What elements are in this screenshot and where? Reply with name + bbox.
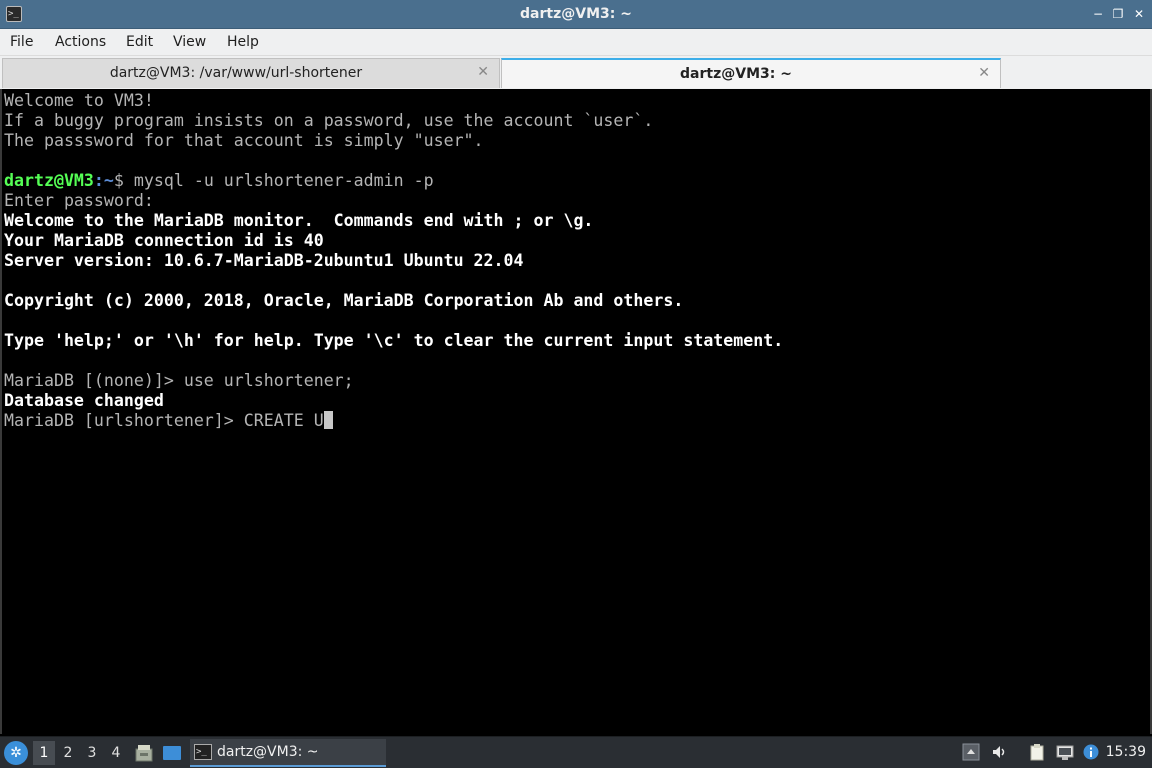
workspace-4[interactable]: 4 (105, 741, 127, 765)
shell-command-line: dartz@VM3:~$ mysql -u urlshortener-admin… (4, 171, 434, 191)
banner-line: Server version: 10.6.7-MariaDB-2ubuntu1 … (4, 251, 524, 270)
terminal-output[interactable]: Welcome to VM3! If a buggy program insis… (0, 89, 1152, 734)
volume-icon[interactable] (991, 743, 1009, 761)
clipboard-icon[interactable] (1028, 743, 1046, 761)
motd-line: If a buggy program insists on a password… (4, 111, 654, 130)
menu-actions[interactable]: Actions (55, 34, 106, 50)
terminal-icon: >_ (194, 744, 212, 760)
taskbar-terminal-app[interactable]: >_ dartz@VM3: ~ (190, 739, 386, 767)
clock[interactable]: 15:39 (1106, 744, 1146, 760)
menu-edit[interactable]: Edit (126, 34, 153, 50)
tab-label: dartz@VM3: ~ (680, 66, 792, 82)
workspace-1[interactable]: 1 (33, 741, 55, 765)
menu-bar: File Actions Edit View Help (0, 29, 1152, 56)
network-icon[interactable] (1056, 743, 1074, 761)
tab-label: dartz@VM3: /var/www/url-shortener (109, 65, 363, 81)
tray-up-arrow-icon[interactable] (962, 743, 980, 761)
prompt-path: :~ (93, 171, 114, 190)
tab-close-icon[interactable]: ✕ (477, 64, 489, 80)
banner-line: Welcome to the MariaDB monitor. Commands… (4, 211, 594, 230)
mysql-input-line[interactable]: MariaDB [urlshortener]> CREATE U (4, 411, 333, 431)
start-menu-button[interactable]: ✲ (4, 741, 28, 765)
tab-bar: dartz@VM3: /var/www/url-shortener ✕ dart… (0, 56, 1152, 89)
window-titlebar[interactable]: >_ dartz@VM3: ~ − ❐ ✕ (0, 0, 1152, 29)
tab-url-shortener[interactable]: dartz@VM3: /var/www/url-shortener ✕ (2, 58, 500, 88)
prompt-user: dartz@VM3 (4, 171, 94, 190)
menu-view[interactable]: View (173, 34, 206, 50)
banner-line: Copyright (c) 2000, 2018, Oracle, MariaD… (4, 291, 684, 310)
minimize-button[interactable]: − (1090, 6, 1106, 22)
password-prompt: Enter password: (4, 191, 154, 210)
window-title: dartz@VM3: ~ (520, 6, 632, 22)
mysql-prompt-line: MariaDB [(none)]> use urlshortener; (4, 371, 354, 390)
tab-home[interactable]: dartz@VM3: ~ ✕ (501, 58, 1001, 88)
prompt-symbol: $ (113, 171, 124, 190)
menu-help[interactable]: Help (227, 34, 259, 50)
info-icon[interactable] (1082, 743, 1100, 761)
menu-file[interactable]: File (10, 34, 33, 50)
text-cursor (323, 411, 333, 429)
tab-close-icon[interactable]: ✕ (978, 65, 990, 81)
mysql-current-input: MariaDB [urlshortener]> CREATE U (4, 411, 324, 430)
close-button[interactable]: ✕ (1131, 6, 1147, 22)
show-desktop-icon[interactable] (162, 743, 182, 763)
banner-line: Your MariaDB connection id is 40 (4, 231, 324, 250)
db-changed-line: Database changed (4, 391, 164, 410)
workspace-2[interactable]: 2 (57, 741, 79, 765)
motd-line: The passsword for that account is simply… (4, 131, 484, 150)
taskbar: ✲ 1 2 3 4 >_ dartz@VM3: ~ 15:39 (0, 736, 1152, 768)
shell-command: mysql -u urlshortener-admin -p (123, 171, 434, 190)
motd-line: Welcome to VM3! (4, 91, 154, 110)
taskbar-app-label: dartz@VM3: ~ (217, 744, 319, 760)
restore-button[interactable]: ❐ (1110, 6, 1126, 22)
file-manager-icon[interactable] (134, 743, 154, 763)
workspace-3[interactable]: 3 (81, 741, 103, 765)
banner-line: Type 'help;' or '\h' for help. Type '\c'… (4, 331, 784, 350)
